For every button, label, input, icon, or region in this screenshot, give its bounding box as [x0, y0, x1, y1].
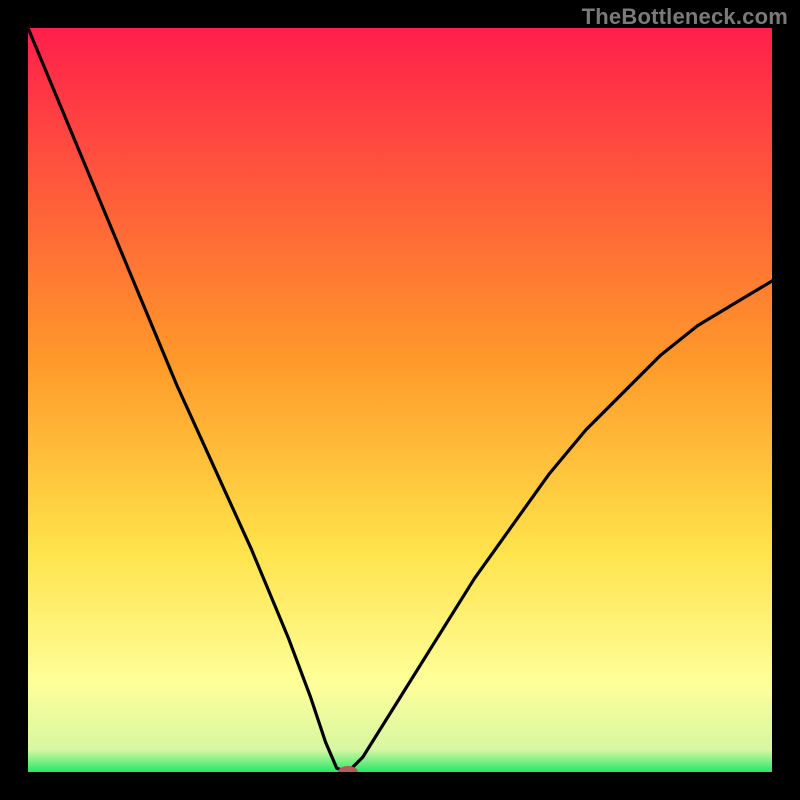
- plot-svg: [28, 28, 772, 772]
- watermark-text: TheBottleneck.com: [582, 4, 788, 30]
- chart-frame: TheBottleneck.com: [0, 0, 800, 800]
- plot-area: [28, 28, 772, 772]
- plot-background: [28, 28, 772, 772]
